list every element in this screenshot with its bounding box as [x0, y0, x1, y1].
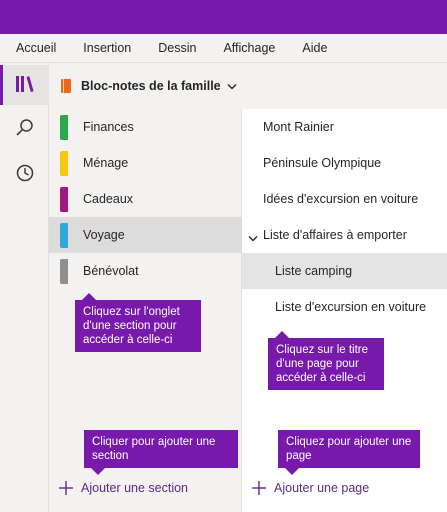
page-list: Mont Rainier Péninsule Olympique Idées d… [242, 109, 447, 512]
page-label: Liste d'affaires à emporter [263, 228, 407, 242]
section-item-cadeaux[interactable]: Cadeaux [49, 181, 242, 217]
menu-affichage[interactable]: Affichage [223, 41, 275, 55]
plus-icon [58, 480, 74, 496]
add-page-label: Ajouter une page [274, 481, 370, 495]
section-item-finances[interactable]: Finances [49, 109, 242, 145]
page-label: Péninsule Olympique [263, 156, 382, 170]
page-item-idees-excursion[interactable]: Idées d'excursion en voiture [242, 181, 447, 217]
menu-bar: Accueil Insertion Dessin Affichage Aide [0, 34, 447, 63]
recent-clock-icon [15, 163, 35, 186]
plus-icon [251, 480, 267, 496]
notebook-title: Bloc-notes de la famille [81, 79, 221, 93]
title-bar [0, 0, 447, 34]
section-label: Bénévolat [83, 264, 139, 278]
section-item-voyage[interactable]: Voyage [49, 217, 242, 253]
page-item-liste-excursion[interactable]: Liste d'excursion en voiture [242, 289, 447, 325]
add-section-tooltip: Cliquer pour ajouter une section [84, 430, 238, 475]
page-label: Liste camping [275, 264, 353, 278]
page-title-tooltip: Cliquez sur le titre d'une page pour acc… [268, 331, 384, 390]
section-color-tab [60, 150, 68, 176]
section-tab-tooltip: Cliquez sur l'onglet d'une section pour … [75, 293, 201, 352]
section-item-menage[interactable]: Ménage [49, 145, 242, 181]
section-color-tab [60, 114, 68, 140]
menu-dessin[interactable]: Dessin [158, 41, 196, 55]
section-color-tab [60, 186, 68, 212]
section-color-tab [60, 222, 68, 248]
section-label: Finances [83, 120, 134, 134]
section-list: Finances Ménage Cadeaux Voyage Bénévolat… [49, 109, 242, 512]
page-item-liste-affaires[interactable]: Liste d'affaires à emporter [242, 217, 447, 253]
page-label: Mont Rainier [263, 120, 334, 134]
search-button[interactable] [0, 109, 49, 149]
section-label: Ménage [83, 156, 129, 170]
navigation-rail [0, 63, 49, 512]
section-label: Voyage [83, 228, 125, 242]
chevron-down-icon[interactable] [248, 231, 258, 245]
recent-button[interactable] [0, 154, 49, 194]
section-item-benevolat[interactable]: Bénévolat [49, 253, 242, 289]
page-label: Idées d'excursion en voiture [263, 192, 419, 206]
add-section-label: Ajouter une section [81, 481, 189, 495]
add-page-button[interactable]: Ajouter une page [251, 480, 369, 496]
add-page-tooltip: Cliquez pour ajouter une page [278, 430, 420, 475]
page-item-liste-camping[interactable]: Liste camping [242, 253, 447, 289]
page-label: Liste d'excursion en voiture [275, 300, 427, 314]
page-item-peninsule[interactable]: Péninsule Olympique [242, 145, 447, 181]
notebook-header[interactable]: Bloc-notes de la famille [49, 63, 447, 109]
section-label: Cadeaux [83, 192, 134, 206]
page-item-mont-rainier[interactable]: Mont Rainier [242, 109, 447, 145]
notebook-icon [61, 79, 71, 93]
chevron-down-icon[interactable] [227, 79, 237, 93]
section-color-tab [60, 258, 68, 284]
search-icon [15, 118, 35, 141]
add-section-button[interactable]: Ajouter une section [58, 480, 188, 496]
notebooks-icon [15, 75, 35, 96]
menu-accueil[interactable]: Accueil [16, 41, 56, 55]
menu-aide[interactable]: Aide [302, 41, 327, 55]
notebooks-button[interactable] [0, 65, 49, 105]
menu-insertion[interactable]: Insertion [83, 41, 131, 55]
